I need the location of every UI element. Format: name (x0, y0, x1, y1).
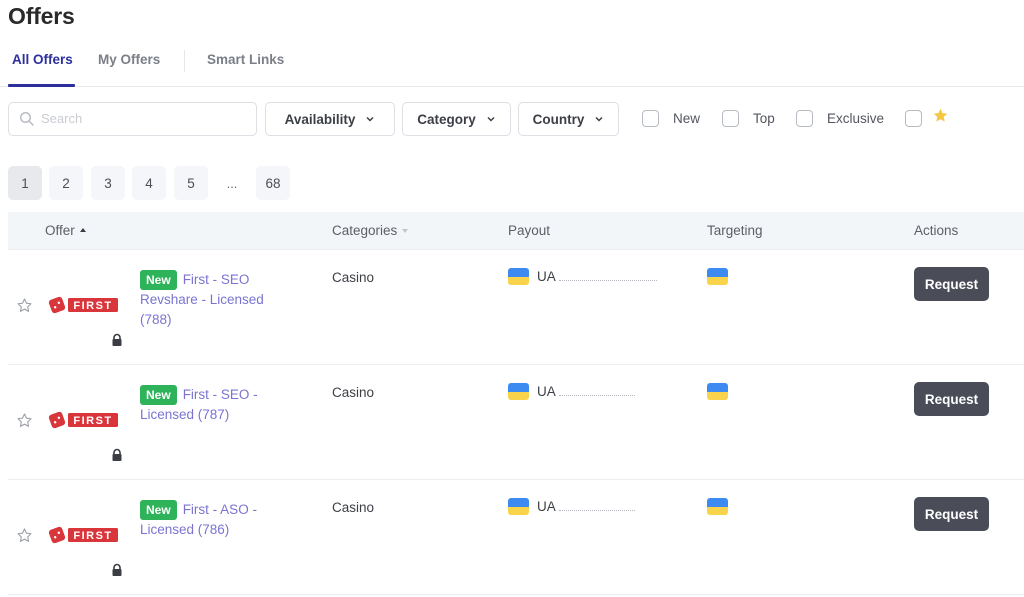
svg-text:FIRST: FIRST (73, 530, 112, 542)
checkbox-box[interactable] (722, 110, 739, 127)
filter-new-checkbox[interactable]: New (642, 110, 700, 127)
flag-ua-icon (508, 498, 529, 515)
filter-top-label: Top (753, 111, 775, 126)
chevron-down-icon (487, 116, 495, 122)
column-offer[interactable]: Offer (45, 223, 86, 238)
payout-cell: UA (508, 383, 635, 400)
tab-smart-links[interactable]: Smart Links (207, 52, 284, 67)
page-button-5[interactable]: 5 (174, 166, 208, 200)
page-button-1[interactable]: 1 (8, 166, 42, 200)
flag-ua-icon (508, 268, 529, 285)
offer-cell: New First - ASO - Licensed (786) (140, 500, 280, 540)
page-button-3[interactable]: 3 (91, 166, 125, 200)
checkbox-box[interactable] (796, 110, 813, 127)
column-categories-label: Categories (332, 223, 398, 238)
page-button-last[interactable]: 68 (256, 166, 290, 200)
lock-icon (112, 333, 122, 346)
table-row: FIRST New First - ASO - Licensed (786) Ca… (8, 480, 1024, 595)
filter-exclusive-checkbox[interactable]: Exclusive (796, 110, 884, 127)
payout-tooltip-trigger[interactable] (558, 280, 657, 281)
sort-asc-icon (79, 228, 86, 232)
star-outline-icon[interactable] (16, 297, 33, 314)
brand-logo-first: FIRST (48, 526, 118, 544)
offer-category: Casino (332, 385, 375, 400)
table-row: FIRST New First - SEO - Licensed (787) Ca… (8, 365, 1024, 480)
tab-divider (184, 50, 185, 72)
payout-tooltip-trigger[interactable] (558, 510, 635, 511)
request-button[interactable]: Request (914, 497, 989, 531)
payout-country: UA (537, 269, 556, 284)
checkbox-box[interactable] (642, 110, 659, 127)
column-categories[interactable]: Categories (332, 223, 409, 238)
filter-new-label: New (673, 111, 701, 126)
country-dropdown[interactable]: Country (518, 102, 619, 136)
availability-dropdown[interactable]: Availability (265, 102, 395, 136)
chevron-down-icon (366, 116, 374, 122)
search-icon (19, 111, 34, 126)
offer-category: Casino (332, 500, 375, 515)
checkbox-box[interactable] (905, 110, 922, 127)
table-header: Offer Categories Payout Targeting Action… (8, 212, 1024, 250)
offer-cell: New First - SEO Revshare - Licensed (788) (140, 270, 280, 330)
lock-icon (112, 448, 122, 461)
star-icon (933, 108, 948, 122)
targeting-cell (707, 383, 728, 405)
filter-favorite-checkbox[interactable] (905, 108, 949, 127)
svg-text:FIRST: FIRST (73, 415, 112, 427)
star-outline-icon[interactable] (16, 527, 33, 544)
search-field[interactable] (8, 102, 257, 136)
column-actions: Actions (914, 223, 959, 238)
payout-tooltip-trigger[interactable] (558, 395, 635, 396)
flag-ua-icon (707, 268, 728, 285)
flag-ua-icon (508, 383, 529, 400)
page-button-4[interactable]: 4 (132, 166, 166, 200)
payout-country: UA (537, 384, 556, 399)
targeting-cell (707, 498, 728, 520)
country-label: Country (532, 111, 585, 127)
column-payout: Payout (508, 223, 551, 238)
new-badge: New (140, 500, 177, 520)
page-title: Offers (8, 3, 75, 29)
column-offer-label: Offer (45, 223, 75, 238)
page-button-2[interactable]: 2 (49, 166, 83, 200)
request-button[interactable]: Request (914, 267, 989, 301)
star-outline-icon[interactable] (16, 412, 33, 429)
flag-ua-icon (707, 498, 728, 515)
brand-logo-first: FIRST (48, 411, 118, 429)
offer-cell: New First - SEO - Licensed (787) (140, 385, 280, 425)
payout-cell: UA (508, 498, 635, 515)
tabs-bar: All Offers My Offers Smart Links (0, 40, 1024, 87)
search-input[interactable] (41, 103, 251, 134)
category-label: Category (417, 111, 476, 127)
new-badge: New (140, 385, 177, 405)
request-button[interactable]: Request (914, 382, 989, 416)
flag-ua-icon (707, 383, 728, 400)
lock-icon (112, 563, 122, 576)
tab-all-offers[interactable]: All Offers (12, 52, 73, 67)
table-row: FIRST New First - SEO Revshare - Licensed… (8, 250, 1024, 365)
filter-exclusive-label: Exclusive (827, 111, 885, 126)
payout-cell: UA (508, 268, 657, 285)
new-badge: New (140, 270, 177, 290)
category-dropdown[interactable]: Category (402, 102, 511, 136)
offer-category: Casino (332, 270, 375, 285)
brand-logo-first: FIRST (48, 296, 118, 314)
chevron-down-icon (595, 116, 603, 122)
tab-my-offers[interactable]: My Offers (98, 52, 160, 67)
filter-top-checkbox[interactable]: Top (722, 110, 775, 127)
column-targeting: Targeting (707, 223, 763, 238)
sort-icon (402, 229, 409, 233)
svg-text:FIRST: FIRST (73, 300, 112, 312)
page-ellipsis: ... (226, 175, 238, 191)
targeting-cell (707, 268, 728, 290)
payout-country: UA (537, 499, 556, 514)
availability-label: Availability (284, 111, 356, 127)
active-tab-indicator (8, 84, 75, 87)
